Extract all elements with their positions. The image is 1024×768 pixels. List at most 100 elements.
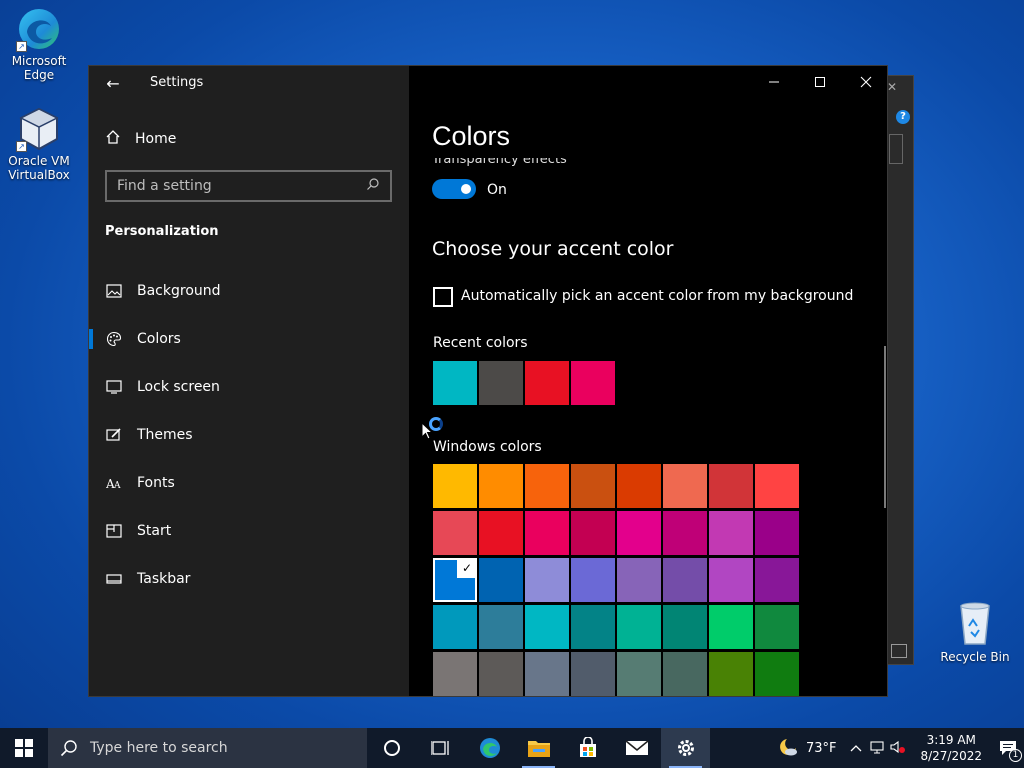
weather-icon[interactable] bbox=[778, 737, 800, 760]
windows-color-swatch[interactable] bbox=[525, 605, 569, 649]
windows-color-swatch[interactable] bbox=[479, 652, 523, 696]
sidebar-item-start[interactable]: Start bbox=[89, 511, 409, 551]
recycle-bin-icon bbox=[953, 600, 997, 646]
windows-color-swatch[interactable] bbox=[433, 605, 477, 649]
desktop-icon-label: Oracle VM VirtualBox bbox=[8, 154, 70, 182]
windows-color-swatch[interactable] bbox=[479, 558, 523, 602]
clock[interactable]: 3:19 AM 8/27/2022 bbox=[920, 732, 982, 764]
image-icon bbox=[105, 284, 123, 298]
taskbar-store[interactable] bbox=[563, 728, 612, 768]
windows-color-swatch[interactable] bbox=[663, 558, 707, 602]
windows-color-swatch[interactable] bbox=[755, 511, 799, 555]
windows-color-swatch[interactable] bbox=[479, 511, 523, 555]
task-view-icon bbox=[430, 741, 449, 755]
transparency-toggle[interactable] bbox=[432, 179, 476, 199]
recent-color-swatch[interactable] bbox=[479, 361, 523, 405]
recent-color-swatch[interactable] bbox=[571, 361, 615, 405]
weather-temperature[interactable]: 73°F bbox=[806, 741, 837, 756]
taskbar-settings[interactable] bbox=[661, 728, 710, 768]
sidebar-item-lock-screen[interactable]: Lock screen bbox=[89, 367, 409, 407]
windows-color-swatch[interactable] bbox=[755, 558, 799, 602]
windows-color-swatch[interactable] bbox=[617, 558, 661, 602]
windows-color-swatch[interactable] bbox=[709, 511, 753, 555]
windows-color-swatch[interactable] bbox=[663, 605, 707, 649]
sidebar-item-colors[interactable]: Colors bbox=[89, 319, 409, 359]
desktop-icon-edge[interactable]: ↗ Microsoft Edge bbox=[2, 6, 76, 82]
windows-color-swatch[interactable] bbox=[525, 652, 569, 696]
nav-home[interactable]: Home bbox=[105, 129, 176, 149]
windows-color-swatch[interactable] bbox=[433, 511, 477, 555]
transparency-toggle-state: On bbox=[487, 182, 507, 198]
windows-color-swatch[interactable] bbox=[525, 558, 569, 602]
auto-pick-checkbox[interactable] bbox=[433, 287, 453, 307]
windows-color-swatch[interactable] bbox=[663, 464, 707, 508]
windows-color-swatch[interactable] bbox=[571, 464, 615, 508]
search-icon bbox=[60, 740, 77, 757]
recent-color-swatch[interactable] bbox=[525, 361, 569, 405]
close-button[interactable] bbox=[843, 66, 887, 98]
sidebar-item-label: Taskbar bbox=[137, 571, 191, 587]
windows-color-swatch[interactable] bbox=[479, 605, 523, 649]
back-button[interactable]: ← bbox=[103, 74, 123, 94]
windows-color-swatch[interactable] bbox=[755, 464, 799, 508]
windows-color-swatch[interactable] bbox=[617, 511, 661, 555]
windows-color-swatch[interactable] bbox=[571, 605, 615, 649]
taskbar-edge[interactable] bbox=[465, 728, 514, 768]
windows-color-swatch[interactable] bbox=[433, 464, 477, 508]
windows-color-swatch[interactable] bbox=[709, 605, 753, 649]
check-icon: ✓ bbox=[457, 558, 477, 578]
cortana-button[interactable] bbox=[367, 728, 416, 768]
store-icon bbox=[579, 737, 596, 757]
windows-color-swatch[interactable] bbox=[709, 464, 753, 508]
minimize-button[interactable] bbox=[751, 66, 797, 98]
close-icon[interactable]: ✕ bbox=[887, 80, 897, 94]
desktop-icon-recycle-bin[interactable]: Recycle Bin bbox=[940, 600, 1010, 664]
sidebar-item-taskbar[interactable]: Taskbar bbox=[89, 559, 409, 599]
scrollbar[interactable] bbox=[884, 346, 886, 508]
help-icon[interactable]: ? bbox=[896, 110, 910, 124]
find-setting-input[interactable]: Find a setting bbox=[105, 170, 392, 202]
sidebar-item-label: Start bbox=[137, 523, 172, 539]
taskbar-mail[interactable] bbox=[612, 728, 661, 768]
volume-muted-icon[interactable] bbox=[890, 740, 906, 757]
windows-color-swatch[interactable] bbox=[617, 605, 661, 649]
windows-color-swatch[interactable] bbox=[571, 511, 615, 555]
notification-center-button[interactable]: 1 bbox=[992, 728, 1024, 768]
brush-icon bbox=[105, 428, 123, 442]
chevron-up-icon[interactable] bbox=[850, 741, 862, 755]
mouse-cursor-icon bbox=[421, 422, 433, 440]
windows-color-swatch[interactable] bbox=[709, 558, 753, 602]
auto-pick-label[interactable]: Automatically pick an accent color from … bbox=[461, 288, 853, 304]
recent-color-swatch[interactable] bbox=[433, 361, 477, 405]
network-icon[interactable] bbox=[870, 740, 885, 757]
sidebar-item-themes[interactable]: Themes bbox=[89, 415, 409, 455]
edge-icon: ↗ bbox=[16, 6, 62, 52]
sidebar-item-background[interactable]: Background bbox=[89, 271, 409, 311]
taskbar-search-box[interactable]: Type here to search bbox=[48, 728, 367, 768]
windows-color-swatch[interactable] bbox=[663, 652, 707, 696]
start-button[interactable] bbox=[0, 728, 48, 768]
windows-color-swatch[interactable] bbox=[433, 652, 477, 696]
windows-color-swatch-selected[interactable]: ✓ bbox=[433, 558, 477, 602]
background-window-field bbox=[889, 134, 903, 164]
windows-color-swatch[interactable] bbox=[663, 511, 707, 555]
windows-color-swatch[interactable] bbox=[525, 511, 569, 555]
shortcut-arrow-icon: ↗ bbox=[16, 41, 27, 52]
windows-color-swatch[interactable] bbox=[755, 652, 799, 696]
windows-color-swatch[interactable] bbox=[571, 652, 615, 696]
windows-color-swatch[interactable] bbox=[617, 464, 661, 508]
clock-date: 8/27/2022 bbox=[920, 749, 982, 763]
sidebar-item-fonts[interactable]: AA Fonts bbox=[89, 463, 409, 503]
windows-color-swatch[interactable] bbox=[755, 605, 799, 649]
windows-color-swatch[interactable] bbox=[617, 652, 661, 696]
nav-home-label: Home bbox=[135, 131, 177, 147]
windows-color-swatch[interactable] bbox=[479, 464, 523, 508]
windows-color-swatch[interactable] bbox=[571, 558, 615, 602]
windows-color-swatch[interactable] bbox=[709, 652, 753, 696]
windows-color-swatch[interactable] bbox=[525, 464, 569, 508]
lock-screen-icon bbox=[105, 380, 123, 394]
maximize-button[interactable] bbox=[797, 66, 843, 98]
taskbar-file-explorer[interactable] bbox=[514, 728, 563, 768]
task-view-button[interactable] bbox=[416, 728, 465, 768]
desktop-icon-virtualbox[interactable]: ↗ Oracle VM VirtualBox bbox=[2, 106, 76, 182]
